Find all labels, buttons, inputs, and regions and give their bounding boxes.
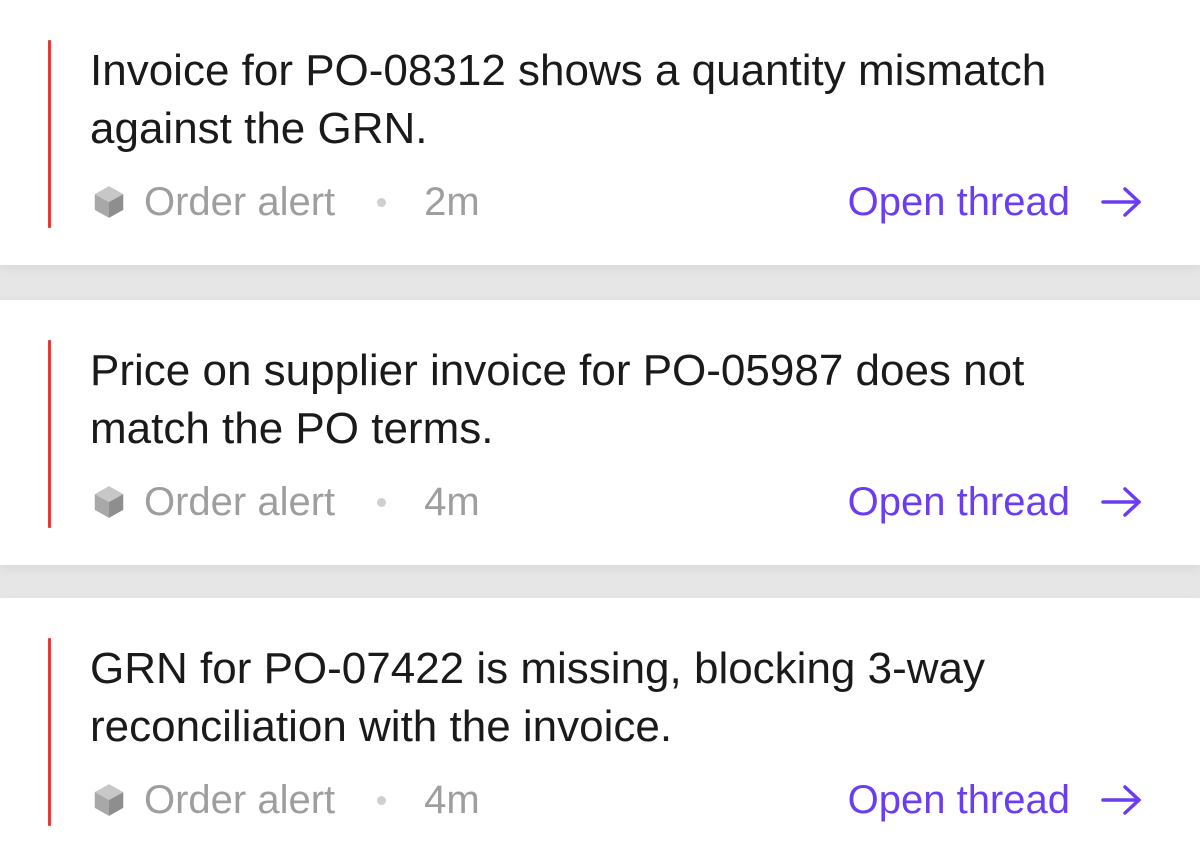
open-thread-link[interactable]: Open thread: [848, 480, 1144, 525]
alert-card: GRN for PO-07422 is missing, blocking 3-…: [0, 598, 1200, 863]
alert-category: Order alert: [90, 778, 335, 823]
priority-accent-bar: [48, 340, 51, 528]
timestamp: 2m: [424, 179, 480, 224]
arrow-right-icon: [1101, 187, 1141, 217]
open-thread-label: Open thread: [847, 777, 1070, 822]
alert-category: Order alert: [90, 480, 335, 525]
arrow-right-icon: [1101, 785, 1141, 815]
arrow-right-icon: [1101, 487, 1141, 517]
category-label: Order alert: [144, 179, 336, 224]
priority-accent-bar: [48, 638, 51, 826]
open-thread-link[interactable]: Open thread: [848, 180, 1144, 225]
alert-meta: Order alert 4m Open thread: [90, 774, 1144, 826]
priority-accent-bar: [48, 40, 51, 228]
alert-message: GRN for PO-07422 is missing, blocking 3-…: [90, 644, 985, 751]
alert-message: Invoice for PO-08312 shows a quantity mi…: [90, 46, 1047, 153]
separator-dot: [377, 497, 387, 507]
separator-dot: [377, 795, 387, 805]
separator-dot: [377, 197, 387, 207]
alert-feed: Invoice for PO-08312 shows a quantity mi…: [0, 0, 1200, 863]
alert-category: Order alert: [90, 180, 335, 225]
category-label: Order alert: [144, 777, 336, 822]
open-thread-label: Open thread: [847, 179, 1070, 224]
alert-card: Invoice for PO-08312 shows a quantity mi…: [0, 0, 1200, 265]
cube-icon: [94, 784, 124, 816]
open-thread-link[interactable]: Open thread: [848, 778, 1144, 823]
timestamp: 4m: [424, 777, 480, 822]
open-thread-label: Open thread: [847, 479, 1070, 524]
cube-icon: [94, 486, 124, 518]
category-label: Order alert: [144, 479, 336, 524]
alert-meta: Order alert 2m Open thread: [90, 176, 1144, 228]
alert-meta: Order alert 4m Open thread: [90, 476, 1144, 528]
alert-card: Price on supplier invoice for PO-05987 d…: [0, 300, 1200, 565]
alert-message: Price on supplier invoice for PO-05987 d…: [90, 346, 1025, 453]
cube-icon: [94, 186, 124, 218]
timestamp: 4m: [424, 479, 480, 524]
